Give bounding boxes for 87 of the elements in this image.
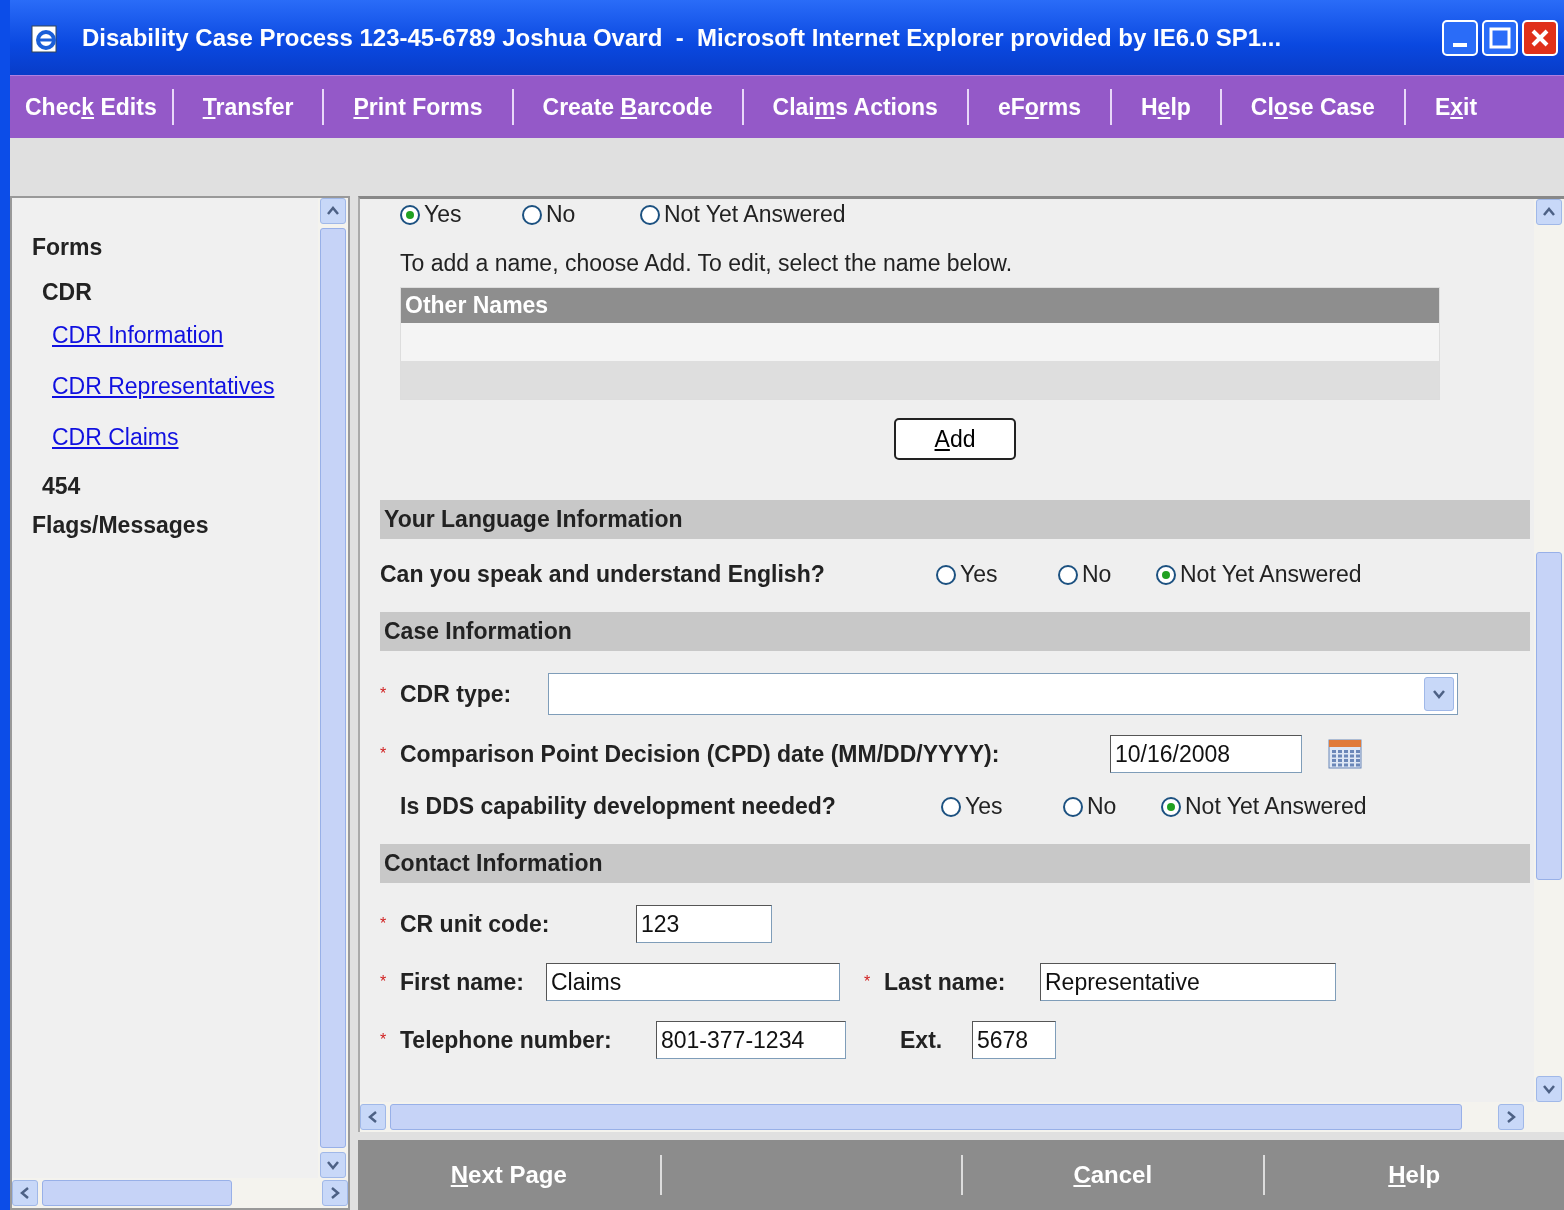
text-field[interactable]: 123 xyxy=(636,905,772,943)
minimize-button[interactable] xyxy=(1442,19,1478,56)
scroll-left-button[interactable] xyxy=(12,1180,38,1206)
table-header: Other Names xyxy=(401,288,1439,323)
text-field[interactable]: 801-377-1234 xyxy=(656,1021,846,1059)
radio-option[interactable]: No xyxy=(1063,793,1161,820)
radio-button[interactable] xyxy=(936,564,956,585)
required-marker: * xyxy=(380,915,388,933)
scroll-thumb[interactable] xyxy=(42,1180,232,1206)
scroll-right-button[interactable] xyxy=(322,1180,348,1206)
required-marker: * xyxy=(380,745,388,763)
menu-item[interactable]: Claims Actions xyxy=(741,89,967,125)
horizontal-scrollbar[interactable] xyxy=(358,1102,1564,1132)
radio-option[interactable]: Not Yet Answered xyxy=(1161,793,1421,820)
close-icon xyxy=(1530,27,1550,48)
scroll-up-button[interactable] xyxy=(320,198,346,224)
close-button[interactable] xyxy=(1522,19,1558,56)
section-header: Contact Information xyxy=(380,844,1530,883)
required-marker: * xyxy=(864,973,872,991)
text-field[interactable]: Representative xyxy=(1040,963,1336,1001)
radio-option[interactable]: No xyxy=(522,201,640,228)
vertical-scrollbar[interactable] xyxy=(318,198,348,1178)
sidebar-link[interactable]: CDR Representatives xyxy=(52,373,318,400)
radio-option[interactable]: Yes xyxy=(936,561,1058,588)
scroll-down-button[interactable] xyxy=(1536,1076,1562,1102)
date-field[interactable]: 10/16/2008 xyxy=(1110,735,1302,773)
text-field[interactable]: Claims xyxy=(546,963,840,1001)
field-label: First name: xyxy=(400,968,525,996)
horizontal-scrollbar[interactable] xyxy=(12,1178,348,1208)
radio-option[interactable]: No xyxy=(1058,561,1156,588)
add-button[interactable]: Add xyxy=(894,418,1016,460)
scroll-down-button[interactable] xyxy=(320,1152,346,1178)
scroll-thumb[interactable] xyxy=(1536,551,1562,881)
radio-option[interactable]: Not Yet Answered xyxy=(640,201,900,228)
radio-button[interactable] xyxy=(1058,564,1078,585)
scroll-left-button[interactable] xyxy=(360,1104,386,1130)
radio-button[interactable] xyxy=(1063,796,1083,817)
sidebar-item[interactable]: CDR xyxy=(42,279,318,306)
required-marker: * xyxy=(380,685,388,703)
cdr-type-select[interactable] xyxy=(548,673,1458,715)
radio-button[interactable] xyxy=(1161,796,1181,817)
radio-button[interactable] xyxy=(1156,564,1176,585)
vertical-scrollbar[interactable] xyxy=(1534,199,1564,1102)
field-label: Last name: xyxy=(884,968,1007,996)
sidebar-heading: Forms xyxy=(32,234,104,261)
radio-button[interactable] xyxy=(640,204,660,225)
scroll-right-button[interactable] xyxy=(1498,1104,1524,1130)
radio-button[interactable] xyxy=(941,796,961,817)
required-marker: * xyxy=(380,973,388,991)
section-header: Case Information xyxy=(380,612,1530,651)
menu-item[interactable]: eForms xyxy=(966,89,1110,125)
menu-item[interactable]: Create Barcode xyxy=(511,89,742,125)
menu-item[interactable]: Exit xyxy=(1403,89,1507,125)
field-label: CR unit code: xyxy=(400,910,551,938)
required-marker: * xyxy=(380,1031,388,1049)
instruction-text: To add a name, choose Add. To edit, select the name below. xyxy=(400,250,1014,277)
maximize-icon xyxy=(1489,26,1511,49)
field-label: CDR type: xyxy=(400,680,513,708)
sidebar-link[interactable]: CDR Information xyxy=(52,322,318,349)
menu-item[interactable]: Check Edits xyxy=(10,89,172,125)
menu-item[interactable]: Help xyxy=(1110,89,1220,125)
radio-option[interactable]: Yes xyxy=(400,201,522,228)
radio-button[interactable] xyxy=(522,204,542,225)
question-label: Can you speak and understand English? xyxy=(380,561,826,588)
radio-button[interactable] xyxy=(400,204,420,225)
minimize-icon xyxy=(1453,42,1467,47)
window-title: Disability Case Process 123-45-6789 Joshua Ovard - Microsoft Internet Explorer provided by IE6.0 SP1... xyxy=(82,23,1283,52)
radio-option[interactable]: Not Yet Answered xyxy=(1156,561,1416,588)
section-header: Your Language Information xyxy=(380,500,1530,539)
scroll-thumb[interactable] xyxy=(390,1104,1462,1130)
field-label: Ext. xyxy=(900,1026,944,1054)
calendar-icon[interactable] xyxy=(1328,739,1362,769)
dropdown-button[interactable] xyxy=(1424,677,1454,711)
radio-option[interactable]: Yes xyxy=(941,793,1063,820)
sidebar-item[interactable]: 454 xyxy=(42,473,318,500)
question-label: Is DDS capability development needed? xyxy=(400,793,837,820)
menu-item[interactable]: Print Forms xyxy=(322,89,512,125)
scroll-up-button[interactable] xyxy=(1536,199,1562,225)
sidebar-heading: Flags/Messages xyxy=(32,512,210,539)
menu-item[interactable]: Transfer xyxy=(171,89,323,125)
field-label: Comparison Point Decision (CPD) date (MM/DD/YYYY): xyxy=(400,740,1001,768)
field-label: Telephone number: xyxy=(400,1026,613,1054)
maximize-button[interactable] xyxy=(1482,19,1518,56)
scroll-thumb[interactable] xyxy=(320,228,346,1148)
sidebar-link[interactable]: CDR Claims xyxy=(52,424,318,451)
text-field[interactable]: 5678 xyxy=(972,1021,1056,1059)
menu-item[interactable]: Close Case xyxy=(1219,89,1404,125)
